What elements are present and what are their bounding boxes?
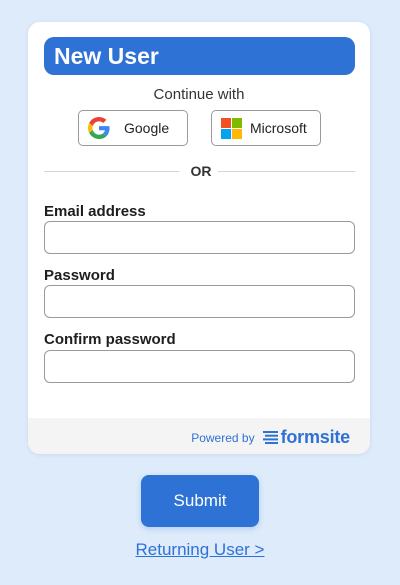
divider-line-left: [44, 171, 179, 172]
microsoft-logo-icon: [221, 117, 242, 139]
form-footer: Powered by formsite: [28, 418, 370, 454]
google-logo-icon: [88, 117, 110, 139]
microsoft-button-label: Microsoft: [250, 120, 307, 136]
microsoft-signin-button[interactable]: Microsoft: [211, 110, 321, 146]
password-field[interactable]: [44, 285, 355, 318]
email-field[interactable]: [44, 221, 355, 254]
submit-button[interactable]: Submit: [141, 475, 259, 527]
or-divider: OR: [44, 162, 355, 180]
email-label: Email address: [44, 203, 146, 220]
new-user-form-card: New User Continue with Google Microsoft …: [28, 22, 370, 454]
google-signin-button[interactable]: Google: [78, 110, 188, 146]
divider-line-right: [218, 171, 355, 172]
formsite-logo-icon: [262, 431, 278, 444]
confirm-password-field[interactable]: [44, 350, 355, 383]
form-title: New User: [44, 37, 355, 75]
powered-by-label: Powered by: [191, 430, 255, 445]
confirm-password-label: Confirm password: [44, 331, 176, 348]
or-text: OR: [190, 163, 212, 179]
powered-by-formsite[interactable]: Powered by formsite: [191, 427, 350, 448]
continue-with-label: Continue with: [153, 86, 245, 103]
google-button-label: Google: [124, 120, 170, 136]
returning-user-link[interactable]: Returning User >: [0, 540, 400, 560]
password-label: Password: [44, 267, 115, 284]
formsite-brand: formsite: [280, 427, 351, 447]
